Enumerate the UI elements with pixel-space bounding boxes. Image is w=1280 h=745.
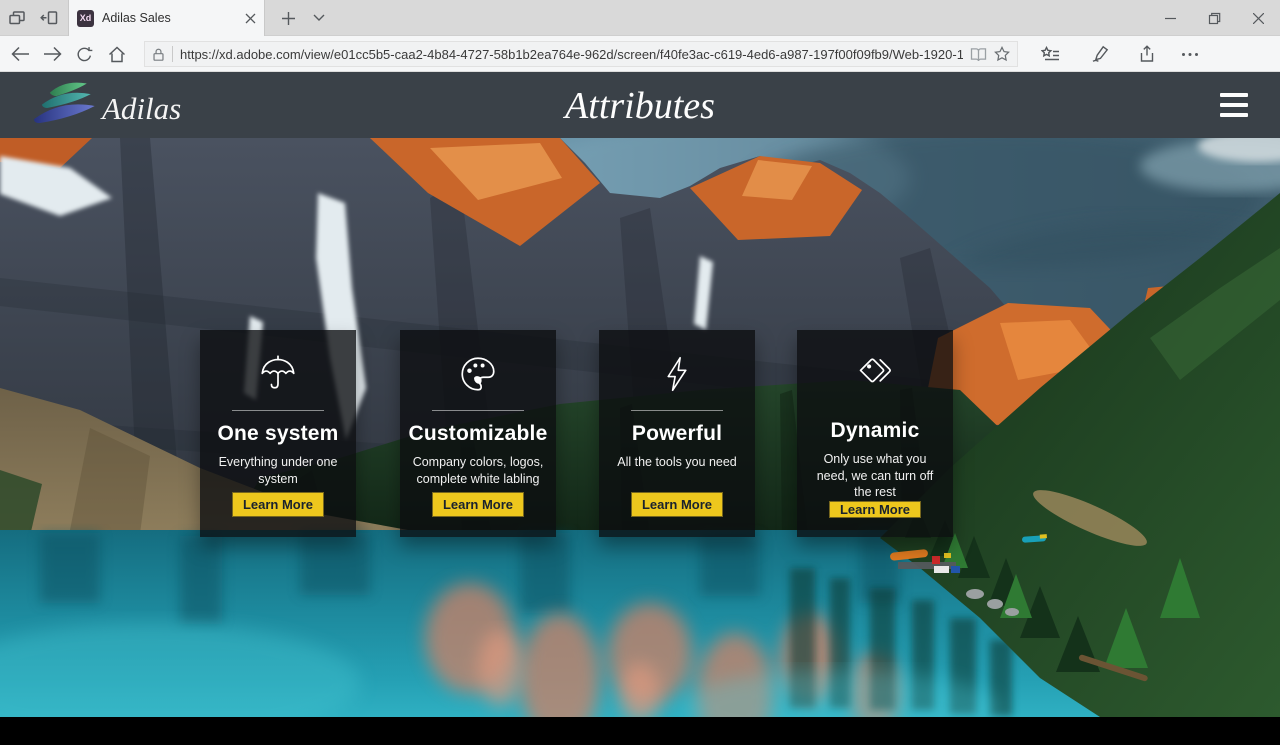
- close-window-button[interactable]: [1236, 0, 1280, 36]
- forward-button[interactable]: [36, 36, 68, 72]
- learn-more-button[interactable]: Learn More: [829, 501, 921, 518]
- card-title: Dynamic: [831, 419, 920, 443]
- share-icon: [1138, 45, 1156, 63]
- feature-card-powerful: Powerful All the tools you need Learn Mo…: [599, 330, 755, 537]
- reading-view-icon: [970, 47, 987, 61]
- umbrella-icon: [257, 352, 299, 396]
- card-title: Powerful: [632, 422, 722, 446]
- hamburger-bar: [1220, 113, 1248, 117]
- restore-button[interactable]: [1192, 0, 1236, 36]
- hamburger-bar: [1220, 103, 1248, 107]
- back-button[interactable]: [4, 36, 36, 72]
- card-divider: [232, 410, 324, 411]
- home-button[interactable]: [100, 36, 134, 72]
- web-note-button[interactable]: [1082, 36, 1118, 72]
- tab-title: Adilas Sales: [102, 11, 237, 25]
- card-description: All the tools you need: [615, 454, 739, 471]
- card-title: Customizable: [409, 422, 548, 446]
- card-description: Everything under one system: [208, 454, 348, 487]
- card-title: One system: [217, 422, 338, 446]
- back-icon: [11, 46, 30, 62]
- tab-list-button[interactable]: [304, 0, 334, 36]
- tab-preview-button[interactable]: [2, 0, 32, 36]
- url-text: https://xd.adobe.com/view/e01cc5b5-caa2-…: [180, 47, 963, 62]
- tab-close-button[interactable]: [245, 13, 256, 24]
- plus-icon: [282, 12, 295, 25]
- feature-card-one-system: One system Everything under one system L…: [200, 330, 356, 537]
- palette-icon: [457, 352, 499, 396]
- tab-preview-icon: [8, 9, 26, 27]
- set-tabs-aside-icon: [40, 9, 58, 27]
- reading-view-button[interactable]: [970, 47, 987, 61]
- set-tabs-aside-button[interactable]: [34, 0, 64, 36]
- lightning-icon: [657, 352, 697, 396]
- restore-icon: [1208, 12, 1221, 25]
- letterbox-bar: [0, 717, 1280, 745]
- forward-icon: [43, 46, 62, 62]
- card-description: Company colors, logos, complete white la…: [408, 454, 548, 487]
- pen-icon: [1091, 45, 1109, 63]
- home-icon: [108, 46, 126, 63]
- learn-more-button[interactable]: Learn More: [432, 492, 524, 517]
- close-icon: [245, 13, 256, 24]
- refresh-icon: [76, 46, 93, 63]
- minimize-button[interactable]: [1148, 0, 1192, 36]
- share-button[interactable]: [1129, 36, 1165, 72]
- feature-card-customizable: Customizable Company colors, logos, comp…: [400, 330, 556, 537]
- star-icon: [994, 46, 1010, 62]
- card-description: Only use what you need, we can turn off …: [805, 451, 945, 501]
- more-options-button[interactable]: [1172, 36, 1208, 72]
- minimize-icon: [1165, 13, 1176, 24]
- url-divider: [172, 46, 173, 62]
- favorites-hub-button[interactable]: [1032, 36, 1068, 72]
- lock-icon: [152, 47, 165, 62]
- card-divider: [432, 410, 524, 411]
- tags-icon: [853, 352, 897, 394]
- learn-more-button[interactable]: Learn More: [631, 492, 723, 517]
- add-favorite-button[interactable]: [994, 46, 1010, 62]
- hub-star-list-icon: [1041, 46, 1060, 63]
- chevron-down-icon: [313, 14, 325, 22]
- url-field[interactable]: https://xd.adobe.com/view/e01cc5b5-caa2-…: [144, 41, 1018, 67]
- close-icon: [1253, 13, 1264, 24]
- hamburger-menu-button[interactable]: [1220, 93, 1248, 117]
- window-controls: [1148, 0, 1280, 36]
- page-title: Attributes: [0, 84, 1280, 128]
- browser-tab[interactable]: Xd Adilas Sales: [68, 0, 265, 36]
- refresh-button[interactable]: [68, 36, 100, 72]
- hamburger-bar: [1220, 93, 1248, 97]
- new-tab-button[interactable]: [272, 0, 304, 36]
- card-divider: [631, 410, 723, 411]
- feature-card-dynamic: Dynamic Only use what you need, we can t…: [797, 330, 953, 537]
- learn-more-button[interactable]: Learn More: [232, 492, 324, 517]
- adobe-xd-favicon: Xd: [77, 10, 94, 27]
- ellipsis-icon: [1181, 52, 1199, 57]
